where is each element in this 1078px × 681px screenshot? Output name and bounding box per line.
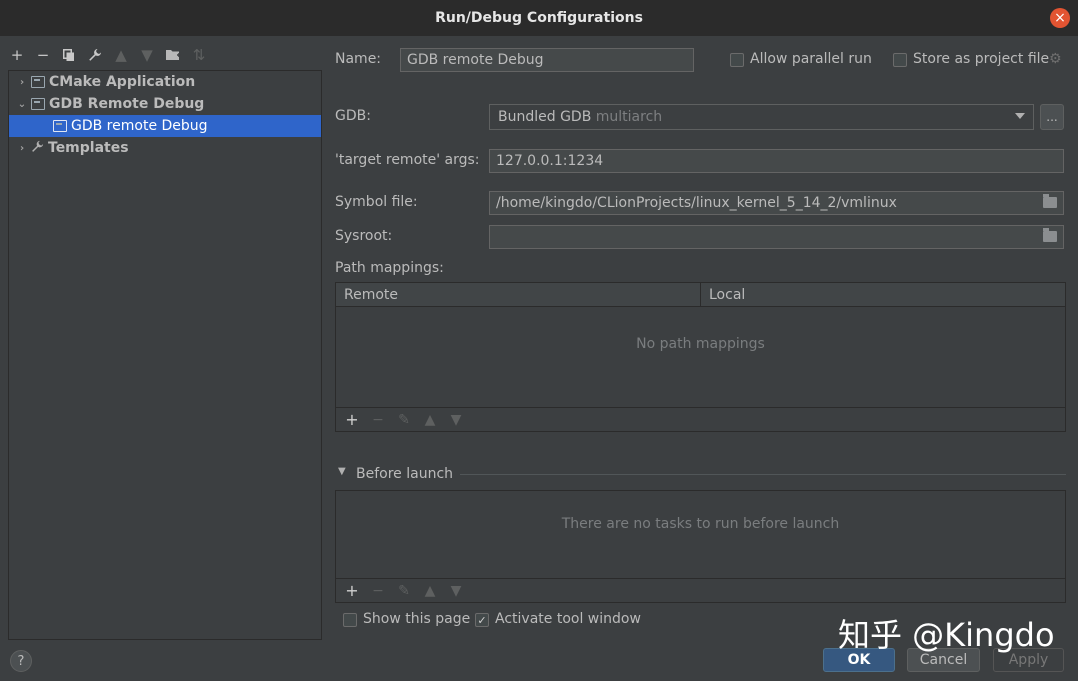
chevron-down-icon [1015,113,1025,119]
tree-item-label: GDB remote Debug [71,118,208,134]
target-remote-label: 'target remote' args: [335,152,480,168]
title-bar: Run/Debug Configurations × [0,0,1078,36]
cmake-config-icon [31,76,45,88]
symbol-file-label: Symbol file: [335,194,418,210]
path-mappings-label: Path mappings: [335,260,444,276]
add-icon[interactable]: + [344,410,360,429]
edit-icon[interactable]: ✎ [396,583,412,599]
allow-parallel-label: Allow parallel run [750,51,872,67]
move-up-icon[interactable]: ▲ [422,583,438,599]
gdb-label: GDB: [335,108,371,124]
gdb-select-value: Bundled GDB [498,109,592,125]
move-down-icon[interactable]: ▼ [138,46,156,64]
table-header: Remote Local [336,283,1065,307]
tree-item-cmake-application[interactable]: › CMake Application [9,71,321,93]
chevron-down-icon[interactable]: ⌄ [15,99,29,110]
remove-icon[interactable]: − [34,46,52,64]
divider [460,474,1066,475]
sysroot-label: Sysroot: [335,228,393,244]
tree-item-label: Templates [48,140,129,156]
show-page-label: Show this page [363,611,471,627]
name-label: Name: [335,51,382,67]
chevron-right-icon[interactable]: › [15,77,29,88]
wrench-icon [31,140,44,157]
folder-icon[interactable] [1043,194,1057,208]
before-launch-toolbar: + − ✎ ▲ ▼ [336,578,1065,602]
before-launch-empty: There are no tasks to run before launch [561,516,840,532]
folder-icon[interactable] [1043,228,1057,242]
path-mappings-empty: No path mappings [636,336,765,352]
tree-item-label: CMake Application [49,74,196,90]
copy-icon[interactable] [60,46,78,64]
gdb-select-hint: multiarch [595,109,663,125]
gdb-browse-button[interactable]: ... [1040,104,1064,130]
symbol-file-value: /home/kingdo/CLionProjects/linux_kernel_… [496,195,897,211]
path-mappings-table: Remote Local No path mappings + − ✎ ▲ ▼ [335,282,1066,432]
show-page-checkbox[interactable] [343,613,357,627]
name-input[interactable] [400,48,694,72]
close-icon[interactable]: × [1050,8,1070,28]
before-launch-label[interactable]: Before launch [356,466,453,482]
activate-tool-checkbox[interactable]: ✓ [475,613,489,627]
tree-item-templates[interactable]: › Templates [9,137,321,159]
store-project-label: Store as project file [913,51,1050,67]
target-remote-input[interactable] [489,149,1064,173]
gdb-config-icon [53,120,67,132]
column-header-remote[interactable]: Remote [336,283,701,307]
chevron-right-icon[interactable]: › [15,143,29,154]
before-launch-table: There are no tasks to run before launch … [335,490,1066,603]
move-up-icon[interactable]: ▲ [112,46,130,64]
tree-item-gdb-remote-debug[interactable]: ⌄ GDB Remote Debug [9,93,321,115]
watermark: 知乎 @Kingdo [838,616,1055,654]
move-down-icon[interactable]: ▼ [448,583,464,599]
help-button[interactable]: ? [10,650,32,672]
activate-tool-label: Activate tool window [495,611,641,627]
tree-item-gdb-remote-debug-config[interactable]: GDB remote Debug [9,115,321,137]
sysroot-input[interactable] [489,225,1064,249]
tree-item-label: GDB Remote Debug [49,96,205,112]
move-up-icon[interactable]: ▲ [422,412,438,428]
add-icon[interactable]: + [8,46,26,64]
new-folder-icon[interactable] [164,46,182,64]
gdb-config-icon [31,98,45,110]
symbol-file-input[interactable]: /home/kingdo/CLionProjects/linux_kernel_… [489,191,1064,215]
column-header-local[interactable]: Local [701,283,1065,307]
configuration-tree: › CMake Application ⌄ GDB Remote Debug G… [8,70,322,640]
remove-icon[interactable]: − [370,412,386,428]
move-down-icon[interactable]: ▼ [448,412,464,428]
allow-parallel-checkbox[interactable] [730,53,744,67]
sort-icon[interactable]: ⇅ [190,46,208,64]
edit-icon[interactable]: ✎ [396,412,412,428]
config-toolbar: + − ▲ ▼ ⇅ [8,44,208,66]
gear-icon[interactable]: ⚙ [1049,51,1062,67]
wrench-icon[interactable] [86,46,104,64]
gdb-select[interactable]: Bundled GDB multiarch [489,104,1034,130]
store-project-checkbox[interactable] [893,53,907,67]
window-title: Run/Debug Configurations [435,10,643,26]
add-icon[interactable]: + [344,581,360,600]
path-mappings-toolbar: + − ✎ ▲ ▼ [336,407,1065,431]
remove-icon[interactable]: − [370,583,386,599]
chevron-down-icon[interactable]: ▼ [338,466,346,477]
